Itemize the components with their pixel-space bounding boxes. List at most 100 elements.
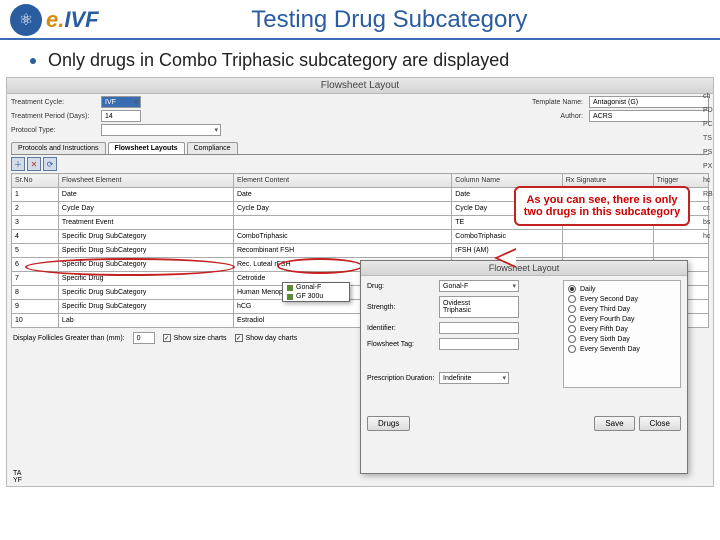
delete-icon[interactable]: ✕ xyxy=(27,157,41,171)
checkbox-show-size-label: Show size charts xyxy=(174,335,227,342)
frequency-label: Every Third Day xyxy=(580,306,630,313)
cell xyxy=(562,244,653,258)
frequency-label: Every Seventh Day xyxy=(580,346,640,353)
treatment-cycle-select[interactable]: IVF xyxy=(101,96,141,108)
atom-icon: ⚛ xyxy=(10,4,42,36)
table-row[interactable]: 5Specific Drug SubCategoryRecombinant FS… xyxy=(12,244,709,258)
drugs-button[interactable]: Drugs xyxy=(367,416,410,431)
callout-box: As you can see, there is only two drugs … xyxy=(514,186,690,226)
table-row[interactable]: 4Specific Drug SubCategoryComboTriphasic… xyxy=(12,230,709,244)
cell: Treatment Event xyxy=(58,216,233,230)
cell: ComboTriphasic xyxy=(452,230,562,244)
cell: 10 xyxy=(12,314,59,328)
right-cutoff-codes: chPDPCTSPSPXhcRBccbshc xyxy=(700,90,720,244)
frequency-label: Every Fifth Day xyxy=(580,326,628,333)
cell: 5 xyxy=(12,244,59,258)
cell: Specific Drug SubCategory xyxy=(58,230,233,244)
frequency-radio[interactable] xyxy=(568,285,576,293)
bottom-code-1: TA xyxy=(13,470,22,477)
cell: Specific Drug xyxy=(58,272,233,286)
frequency-label: Every Second Day xyxy=(580,296,638,303)
protocol-type-select[interactable] xyxy=(101,124,221,136)
checkbox-show-day-label: Show day charts xyxy=(246,335,298,342)
cell: Cycle Day xyxy=(58,202,233,216)
checkbox-show-size[interactable] xyxy=(163,334,171,342)
drug-select[interactable]: Gonal-F xyxy=(439,280,519,292)
drug-detail-dialog: Flowsheet Layout Drug: Gonal-F Strength:… xyxy=(360,260,688,474)
frequency-radio[interactable] xyxy=(568,335,576,343)
column-header[interactable]: Sr.No xyxy=(12,174,59,188)
cell xyxy=(233,216,451,230)
cell xyxy=(562,230,653,244)
cell: 8 xyxy=(12,286,59,300)
close-button[interactable]: Close xyxy=(639,416,681,431)
column-header[interactable]: Element Content xyxy=(233,174,451,188)
prescription-duration-select[interactable]: Indefinite xyxy=(439,372,509,384)
cell: Specific Drug SubCategory xyxy=(58,258,233,272)
cell: 3 xyxy=(12,216,59,230)
logo: ⚛ e.IVF xyxy=(10,4,99,36)
drug-list-item[interactable]: GF 300u xyxy=(283,292,349,301)
bottom-code-2: YF xyxy=(13,477,22,484)
drug-dropdown-list[interactable]: Gonal-F GF 300u xyxy=(282,282,350,302)
tab-flowsheet-layouts[interactable]: Flowsheet Layouts xyxy=(108,142,185,154)
cell: Recombinant FSH xyxy=(233,244,451,258)
identifier-input[interactable] xyxy=(439,322,519,334)
cell: 7 xyxy=(12,272,59,286)
bullet-icon xyxy=(30,58,36,64)
dialog-title: Flowsheet Layout xyxy=(361,261,687,276)
author-label: Author: xyxy=(513,113,583,120)
frequency-radio[interactable] xyxy=(568,295,576,303)
template-name-input[interactable]: Antagonist (G) xyxy=(589,96,709,108)
frequency-label: Daily xyxy=(580,286,596,293)
column-header[interactable]: Flowsheet Element xyxy=(58,174,233,188)
page-title: Testing Drug Subcategory xyxy=(99,6,710,34)
checkbox-show-day[interactable] xyxy=(235,334,243,342)
cell: Specific Drug SubCategory xyxy=(58,300,233,314)
drug-color-icon xyxy=(287,294,293,300)
drug-item-label: GF 300u xyxy=(296,293,323,300)
drug-list-item[interactable]: Gonal-F xyxy=(283,283,349,292)
logo-e: e. xyxy=(46,7,64,32)
author-input[interactable]: ACRS xyxy=(589,110,709,122)
frequency-radio[interactable] xyxy=(568,315,576,323)
frequency-radio[interactable] xyxy=(568,305,576,313)
bullet-text: Only drugs in Combo Triphasic subcategor… xyxy=(48,50,509,71)
treatment-period-input[interactable]: 14 xyxy=(101,110,141,122)
frequency-radio[interactable] xyxy=(568,325,576,333)
cell xyxy=(653,244,708,258)
strength-list[interactable]: Ovidesst Triphasic xyxy=(439,296,519,318)
flowsheet-tag-input[interactable] xyxy=(439,338,519,350)
protocol-type-label: Protocol Type: xyxy=(11,127,101,134)
display-follicles-input[interactable]: 0 xyxy=(133,332,155,344)
window-title: Flowsheet Layout xyxy=(7,78,713,94)
treatment-cycle-label: Treatment Cycle: xyxy=(11,99,101,106)
display-follicles-label: Display Follicles Greater than (mm): xyxy=(13,335,125,342)
frequency-radio[interactable] xyxy=(568,345,576,353)
cell: 1 xyxy=(12,188,59,202)
frequency-label: Every Sixth Day xyxy=(580,336,630,343)
cell: Date xyxy=(233,188,451,202)
drug-label: Drug: xyxy=(367,283,439,290)
strength-label: Strength: xyxy=(367,304,439,311)
treatment-period-label: Treatment Period (Days): xyxy=(11,113,101,120)
cell: ComboTriphasic xyxy=(233,230,451,244)
callout-text: As you can see, there is only two drugs … xyxy=(524,194,680,218)
tab-compliance[interactable]: Compliance xyxy=(187,142,238,154)
cell: Specific Drug SubCategory xyxy=(58,244,233,258)
cell: 4 xyxy=(12,230,59,244)
drug-color-icon xyxy=(287,285,293,291)
save-button[interactable]: Save xyxy=(594,416,634,431)
cell: Date xyxy=(58,188,233,202)
cell: 9 xyxy=(12,300,59,314)
tab-protocols[interactable]: Protocols and Instructions xyxy=(11,142,106,154)
cell: Cycle Day xyxy=(233,202,451,216)
cell: Lab xyxy=(58,314,233,328)
add-icon[interactable]: ＋ xyxy=(11,157,25,171)
prescription-duration-label: Prescription Duration: xyxy=(367,375,439,382)
cell: Specific Drug SubCategory xyxy=(58,286,233,300)
refresh-icon[interactable]: ⟳ xyxy=(43,157,57,171)
logo-ivf: IVF xyxy=(64,7,98,32)
drug-item-label: Gonal-F xyxy=(296,284,321,291)
cell: 6 xyxy=(12,258,59,272)
